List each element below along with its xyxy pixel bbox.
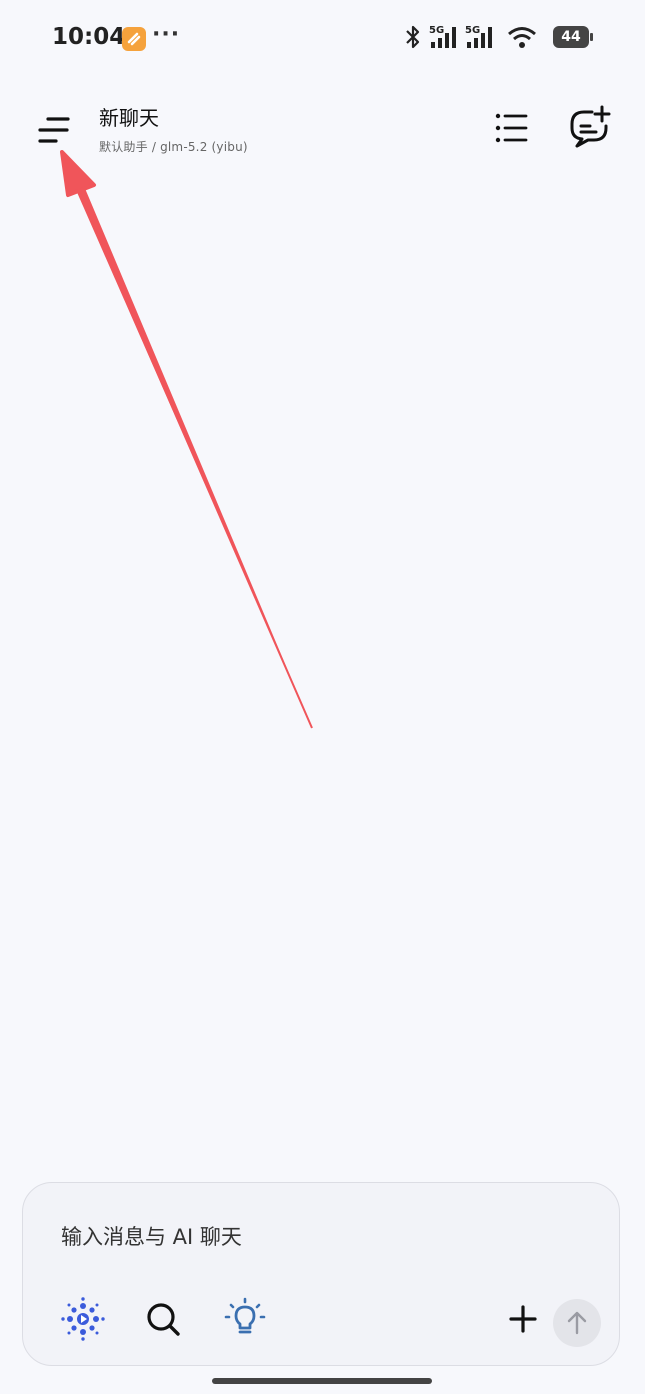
menu-button[interactable]: [30, 108, 78, 152]
reasoning-button[interactable]: [221, 1295, 269, 1343]
app-badge-icon: [122, 27, 146, 51]
status-bar: 10:04 ··· 5G 5G 44: [0, 0, 645, 78]
model-select-button[interactable]: [59, 1295, 107, 1343]
network-label-2: 5G: [465, 25, 480, 36]
new-chat-icon: [570, 105, 611, 148]
menu-icon: [38, 117, 70, 143]
chat-header: 新聊天 默认助手 / glm-5.2 (yibu): [0, 90, 645, 170]
wifi-icon: [508, 27, 536, 48]
message-composer: 输入消息与 AI 聊天: [22, 1182, 620, 1366]
home-indicator[interactable]: [212, 1378, 432, 1384]
send-button[interactable]: [553, 1299, 601, 1347]
chat-title-block[interactable]: 新聊天 默认助手 / glm-5.2 (yibu): [99, 102, 248, 155]
network-label-1: 5G: [429, 25, 444, 36]
chat-list-button[interactable]: [490, 108, 534, 148]
status-overflow-dots: ···: [152, 22, 181, 47]
battery-tip: [590, 33, 593, 41]
new-chat-button[interactable]: [566, 104, 614, 150]
chat-title: 新聊天: [99, 106, 159, 130]
send-arrow-icon: [567, 1311, 587, 1335]
bluetooth-icon: [406, 25, 420, 49]
chat-subtitle: 默认助手 / glm-5.2 (yibu): [99, 140, 248, 154]
web-search-button[interactable]: [139, 1295, 187, 1343]
plus-icon: [509, 1305, 537, 1333]
battery-icon: 44: [553, 26, 589, 48]
search-icon: [147, 1303, 180, 1336]
status-time: 10:04: [52, 24, 126, 50]
message-input[interactable]: 输入消息与 AI 聊天: [61, 1221, 242, 1251]
add-attachment-button[interactable]: [499, 1295, 547, 1343]
model-icon: [61, 1297, 105, 1341]
lightbulb-icon: [224, 1297, 266, 1334]
list-icon: [495, 113, 528, 143]
status-indicators: 5G 5G 44: [403, 22, 593, 52]
signal-icon-2: 5G: [465, 25, 492, 48]
